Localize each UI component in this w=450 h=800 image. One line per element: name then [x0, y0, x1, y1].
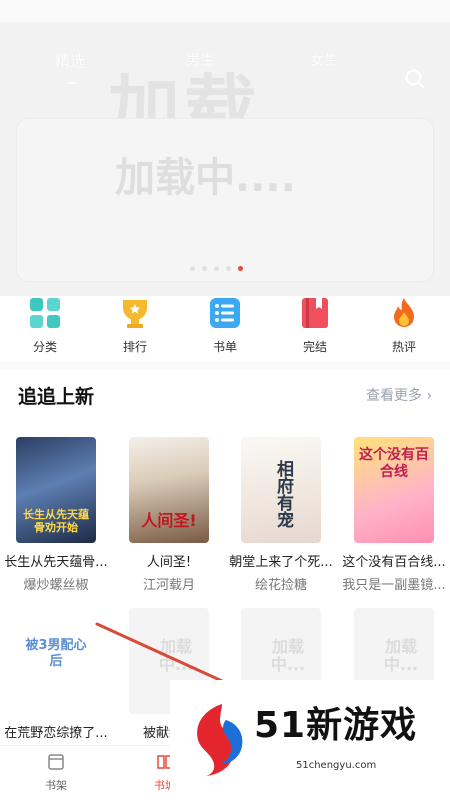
book-title: 这个没有百合线... — [342, 555, 446, 570]
book-card[interactable]: 人间圣! 人间圣! 江河载月 — [113, 437, 225, 593]
cover-loading-text: 加载中... — [383, 637, 419, 674]
book-title: 在荒野恋综撩了... — [4, 726, 108, 741]
carousel-dots — [190, 266, 243, 271]
book-author: 绘花捡糖 — [254, 578, 307, 593]
view-more-link[interactable]: 查看更多 › — [366, 385, 432, 405]
watermark-brand-text: 51新游戏 — [254, 705, 418, 746]
book-author: 爆炒螺丝椒 — [23, 578, 89, 593]
category-booklist[interactable]: 书单 — [193, 296, 257, 355]
brand-logo — [197, 704, 243, 776]
category-label: 书单 — [212, 340, 237, 354]
nav-bookshelf[interactable]: 书架 — [31, 752, 81, 793]
trophy-icon — [123, 300, 147, 328]
cover-title: 相府有宠 — [273, 460, 293, 528]
book-cover: 长生从先天蕴骨劝开始 — [16, 437, 96, 543]
carousel-dot-active — [238, 266, 243, 271]
category-finished[interactable]: 完结 — [283, 296, 347, 355]
tab-indicator — [68, 82, 76, 84]
book-cover: 被3男配心后 — [16, 608, 96, 714]
carousel-dot — [226, 266, 231, 271]
status-bar — [0, 0, 450, 22]
flame-icon — [394, 298, 414, 327]
cover-title: 长生从先天蕴骨劝开始 — [23, 508, 89, 534]
book-title: 人间圣! — [146, 555, 192, 570]
bookshelf-icon — [48, 754, 64, 770]
watermark-url: 51chengyu.com — [296, 760, 377, 771]
banner-loading-text: 加载中.... — [115, 155, 296, 201]
category-label: 排行 — [122, 340, 147, 354]
cover-title: 人间圣! — [141, 511, 197, 530]
category-row: 分类 排行 书单 完结 热评 — [0, 296, 450, 362]
category-label: 完结 — [302, 340, 327, 354]
grid-icon — [30, 298, 60, 328]
book-card[interactable]: 这个没有百合线 这个没有百合线... 我只是一副墨镜... — [338, 437, 450, 593]
category-label: 热评 — [391, 340, 416, 354]
cover-title: 这个没有百合线 — [359, 447, 429, 480]
book-author: 江河载月 — [142, 578, 195, 593]
book-card[interactable]: 长生从先天蕴骨劝开始 长生从先天蕴骨... 爆炒螺丝椒 — [0, 437, 112, 593]
book-cover: 人间圣! — [129, 437, 209, 543]
category-hot-comments[interactable]: 热评 — [372, 296, 436, 355]
book-icon — [302, 298, 328, 328]
banner-carousel[interactable]: 加载中.... — [16, 118, 434, 282]
book-cover: 相府有宠 — [241, 437, 321, 543]
cover-loading-text: 加载中... — [270, 637, 306, 674]
tab-male[interactable]: 男生 — [186, 50, 214, 70]
nav-label: 书架 — [45, 779, 67, 792]
category-ranking[interactable]: 排行 — [103, 296, 167, 355]
site-watermark: 51新游戏 51chengyu.com — [170, 680, 450, 800]
book-cover: 这个没有百合线 — [354, 437, 434, 543]
book-author: 我只是一副墨镜... — [342, 578, 446, 593]
category-classify[interactable]: 分类 — [13, 296, 77, 355]
category-label: 分类 — [32, 340, 57, 354]
section-divider — [0, 362, 450, 370]
search-icon[interactable] — [404, 68, 426, 90]
list-icon — [210, 298, 240, 328]
tab-featured[interactable]: 精选 — [55, 50, 85, 71]
section-title: 追追上新 — [18, 386, 95, 408]
top-nav: 精选 男生 女生 — [0, 22, 450, 89]
carousel-dot — [214, 266, 219, 271]
cover-title: 被3男配心后 — [25, 638, 87, 669]
book-title: 朝堂上来了个死... — [229, 555, 333, 570]
book-title: 长生从先天蕴骨... — [4, 555, 108, 570]
book-card[interactable]: 相府有宠 朝堂上来了个死... 绘花捡糖 — [225, 437, 337, 593]
tab-female[interactable]: 女生 — [310, 50, 338, 70]
carousel-dot — [190, 266, 195, 271]
carousel-dot — [202, 266, 207, 271]
